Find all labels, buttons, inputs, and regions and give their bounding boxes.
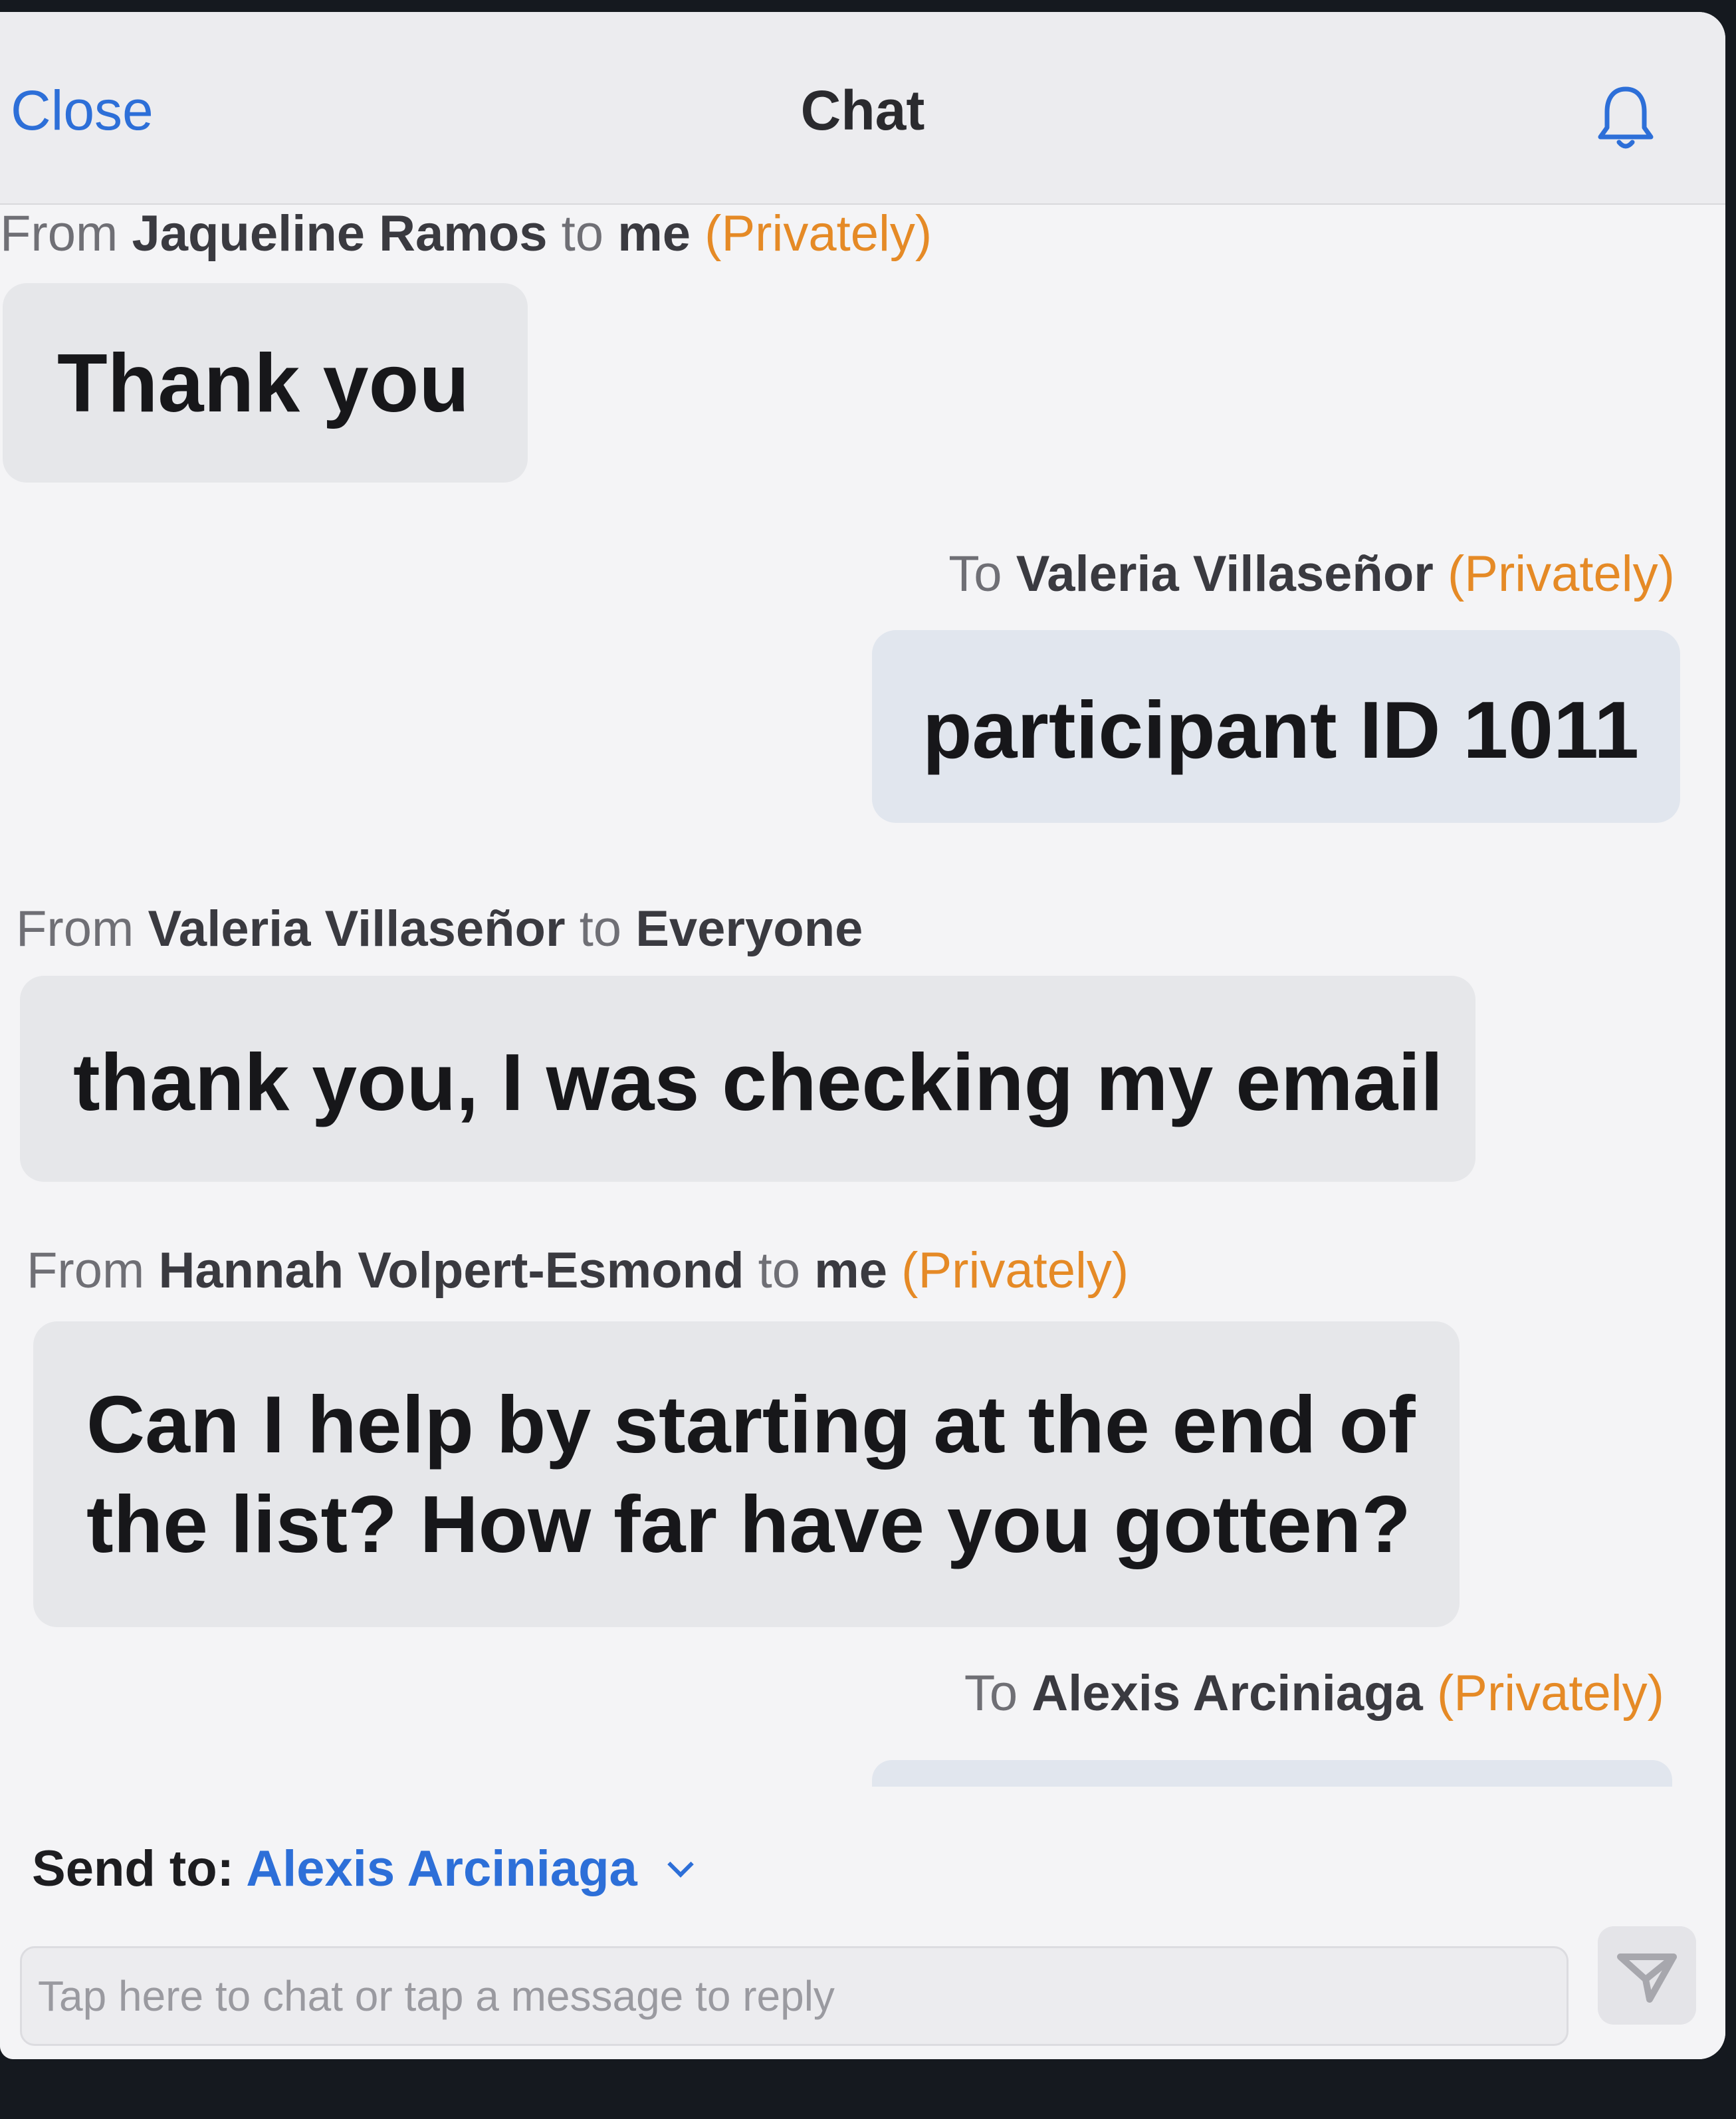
message-bubble[interactable]: Can I help by starting at the end of the… (33, 1321, 1460, 1627)
sender-name: Valeria Villaseñor (148, 901, 566, 957)
send-to-label: Send to: (32, 1840, 234, 1897)
bell-icon[interactable] (1592, 81, 1659, 154)
message-meta: From Hannah Volpert-Esmond to me (Privat… (27, 1242, 1129, 1299)
recipient-name: Alexis Arciniaga (1031, 1665, 1423, 1722)
composer: Send to: Alexis Arciniaga (0, 1787, 1725, 2059)
message-meta: To Valeria Villaseñor (Privately) (948, 545, 1675, 603)
message-meta: From Jaqueline Ramos to me (Privately) (0, 205, 932, 263)
privately-tag: (Privately) (1436, 1665, 1664, 1722)
meta-prefix: From (0, 205, 118, 262)
message-meta: To Alexis Arciniaga (Privately) (964, 1664, 1664, 1722)
message-bubble[interactable]: participant ID 1011 (872, 630, 1680, 823)
message-text: thank you, I was checking my email (73, 1037, 1444, 1127)
send-to-recipient[interactable]: Alexis Arciniaga (246, 1840, 637, 1897)
privately-tag: (Privately) (1447, 546, 1675, 602)
page-title: Chat (800, 79, 925, 142)
send-icon (1617, 1953, 1677, 2003)
message-bubble[interactable]: thank you, I was checking my email (20, 976, 1475, 1182)
meta-prefix: From (16, 901, 134, 957)
chevron-down-icon[interactable] (667, 1851, 694, 1878)
recipient-name: Valeria Villaseñor (1016, 546, 1434, 602)
recipient-name: me (814, 1242, 888, 1299)
recipient-name: me (617, 205, 691, 262)
message-bubble[interactable] (872, 1760, 1672, 1787)
meta-to: to (561, 205, 604, 262)
meta-prefix: From (27, 1242, 145, 1299)
privately-tag: (Privately) (901, 1242, 1129, 1299)
meta-prefix: To (948, 546, 1002, 602)
meta-to: to (579, 901, 622, 957)
meta-to: to (758, 1242, 801, 1299)
sender-name: Jaqueline Ramos (132, 205, 548, 262)
recipient-name: Everyone (635, 901, 863, 957)
chat-input[interactable] (20, 1946, 1569, 2046)
message-text: participant ID 1011 (922, 685, 1640, 775)
privately-tag: (Privately) (705, 205, 932, 262)
message-bubble[interactable]: Thank you (3, 283, 528, 483)
message-text-line: the list? How far have you gotten? (86, 1479, 1411, 1569)
message-text: Thank you (57, 338, 470, 429)
meta-prefix: To (964, 1665, 1018, 1722)
message-list[interactable]: From Jaqueline Ramos to me (Privately) T… (0, 205, 1725, 1787)
send-to-row[interactable]: Send to: Alexis Arciniaga (32, 1840, 694, 1898)
chat-screen: Close Chat From Jaqueline Ramos to me (P… (0, 12, 1725, 2059)
message-text-line: Can I help by starting at the end of (86, 1379, 1416, 1470)
send-button[interactable] (1598, 1926, 1696, 2025)
chat-header: Close Chat (0, 12, 1725, 205)
message-meta: From Valeria Villaseñor to Everyone (16, 900, 863, 958)
sender-name: Hannah Volpert-Esmond (158, 1242, 744, 1299)
